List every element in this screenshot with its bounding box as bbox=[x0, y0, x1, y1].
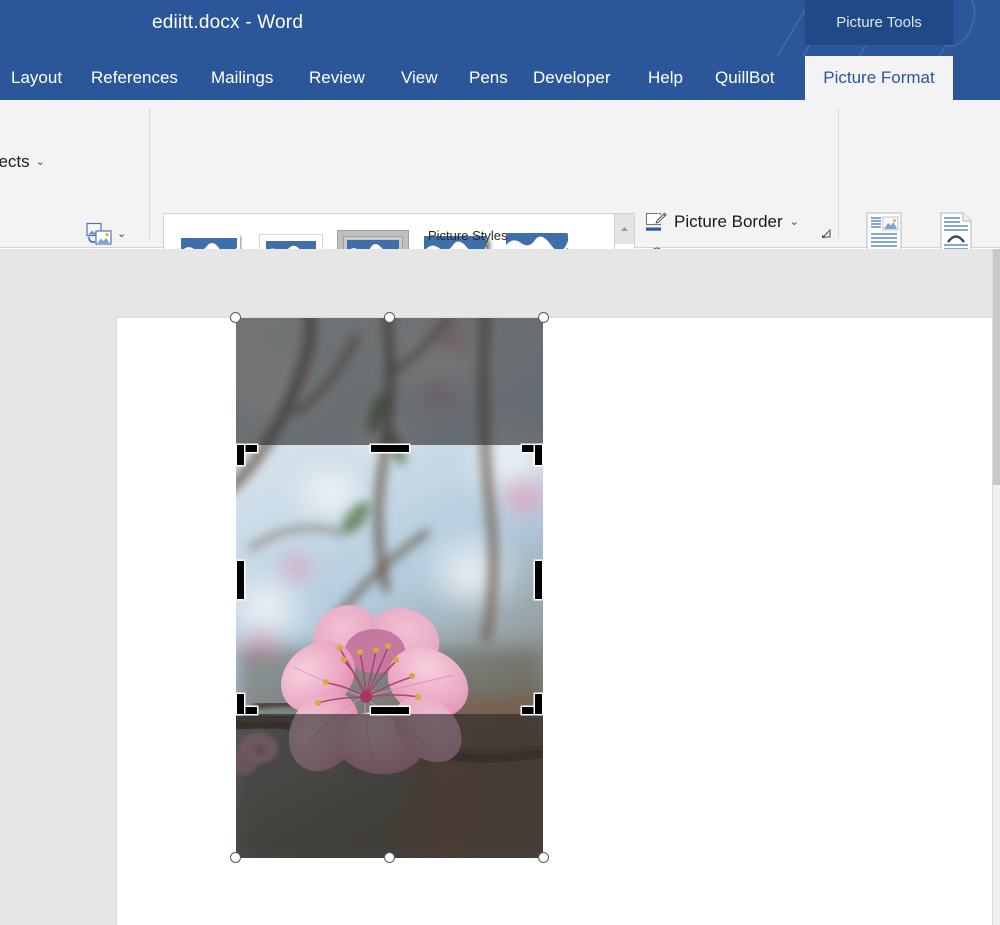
peach-blossom-photo bbox=[236, 318, 543, 858]
document-vertical-scrollbar[interactable] bbox=[992, 249, 1000, 925]
group-separator bbox=[838, 108, 839, 238]
picture-image bbox=[236, 318, 543, 858]
artistic-effects-label: Effects bbox=[0, 152, 30, 171]
tab-layout[interactable]: Layout bbox=[2, 56, 71, 100]
ribbon-tab-strip: Layout References Mailings Review View P… bbox=[0, 56, 1000, 145]
picture-border-button[interactable]: Picture Border ⌄ bbox=[645, 212, 799, 232]
tab-mailings[interactable]: Mailings bbox=[202, 56, 282, 100]
contextual-tools-label: Picture Tools bbox=[805, 0, 953, 45]
tab-review[interactable]: Review bbox=[300, 56, 374, 100]
document-title: ediitt.docx - Word bbox=[152, 12, 304, 33]
tab-references[interactable]: References bbox=[82, 56, 187, 100]
tab-view[interactable]: View bbox=[392, 56, 447, 100]
change-picture-icon bbox=[86, 222, 112, 245]
gallery-scroll-up-button[interactable] bbox=[615, 214, 634, 245]
position-icon bbox=[866, 212, 902, 252]
title-bar: ediitt.docx - Word Picture Tools bbox=[0, 0, 1000, 56]
dialog-box-launcher-icon bbox=[822, 229, 831, 238]
sizing-handle-bottom-left[interactable] bbox=[230, 852, 241, 863]
chevron-up-icon bbox=[621, 226, 628, 231]
tab-picture-format[interactable]: Picture Format bbox=[805, 56, 953, 100]
chevron-down-icon: ⌄ bbox=[117, 227, 127, 240]
picture-styles-group-label: Picture Styles bbox=[428, 228, 508, 243]
tab-quillbot[interactable]: QuillBot bbox=[706, 56, 784, 100]
word-window: ediitt.docx - Word Picture Tools Layout … bbox=[0, 0, 1000, 925]
wrap-text-icon bbox=[940, 212, 972, 252]
ribbon: Effects ⌄ ⌄ ⌄ bbox=[0, 100, 1000, 305]
picture-border-label: Picture Border bbox=[674, 212, 783, 231]
tab-pens[interactable]: Pens bbox=[460, 56, 517, 100]
sizing-handle-top-center[interactable] bbox=[384, 312, 395, 323]
scrollbar-thumb[interactable] bbox=[993, 249, 1000, 485]
picture-tools-text: Picture Tools bbox=[836, 14, 922, 31]
change-picture-button[interactable]: ⌄ bbox=[86, 222, 126, 246]
sizing-handle-bottom-right[interactable] bbox=[538, 852, 549, 863]
selected-picture[interactable] bbox=[230, 312, 549, 863]
picture-styles-dialog-launcher[interactable] bbox=[818, 228, 832, 242]
tab-help[interactable]: Help bbox=[639, 56, 692, 100]
sizing-handle-top-right[interactable] bbox=[538, 312, 549, 323]
chevron-down-icon: ⌄ bbox=[35, 155, 45, 168]
group-separator bbox=[149, 108, 150, 238]
sizing-handle-bottom-center[interactable] bbox=[384, 852, 395, 863]
picture-border-icon bbox=[645, 212, 667, 231]
chevron-down-icon: ⌄ bbox=[789, 215, 799, 228]
sizing-handle-top-left[interactable] bbox=[230, 312, 241, 323]
tab-developer[interactable]: Developer bbox=[524, 56, 620, 100]
artistic-effects-button[interactable]: Effects ⌄ bbox=[0, 152, 45, 172]
